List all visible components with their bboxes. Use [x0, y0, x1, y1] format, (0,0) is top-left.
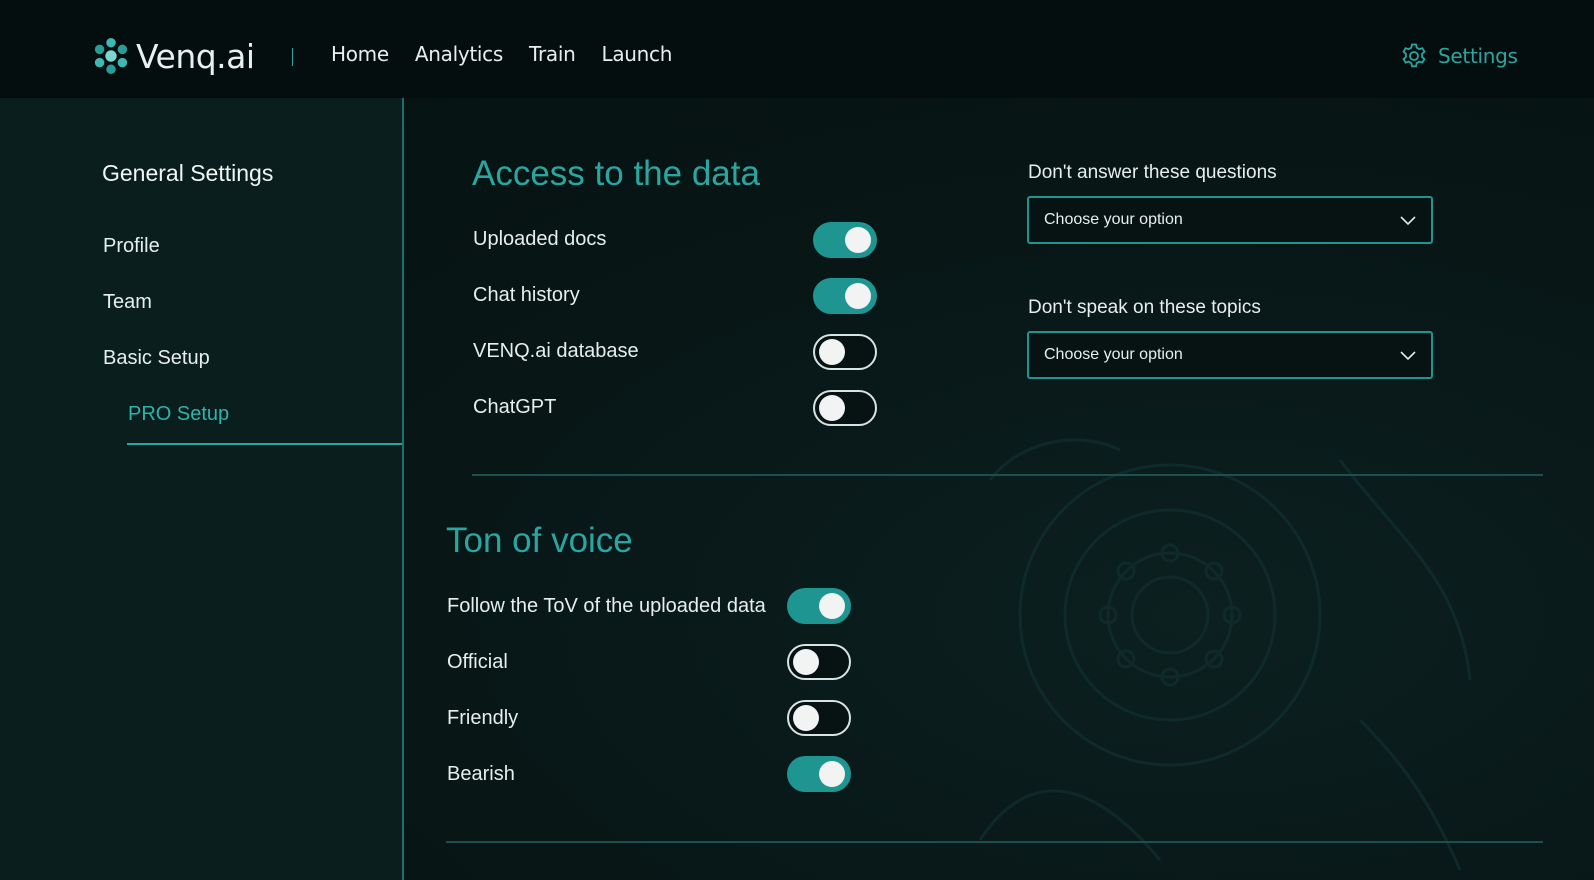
section-divider [446, 841, 1543, 843]
nav-analytics[interactable]: Analytics [415, 42, 503, 66]
toggle-follow-tov[interactable] [787, 588, 851, 624]
settings-label: Settings [1438, 44, 1518, 68]
voice-label-friendly: Friendly [447, 707, 519, 729]
nav-divider [292, 48, 293, 66]
toggle-official[interactable] [787, 644, 851, 680]
sidebar-item-pro-setup[interactable]: PRO Setup [128, 403, 229, 426]
access-label-chatgpt: ChatGPT [473, 396, 557, 418]
settings-sidebar: General Settings Profile Team Basic Setu… [0, 98, 404, 880]
toggle-knob [819, 339, 845, 365]
toggle-knob [845, 283, 871, 309]
voice-section-title: Ton of voice [446, 521, 633, 560]
gear-icon [1402, 43, 1426, 68]
toggle-uploaded-docs[interactable] [813, 222, 877, 258]
questions-select[interactable]: Choose your option [1027, 196, 1433, 244]
voice-label-bearish: Bearish [447, 763, 515, 785]
topics-select-value: Choose your option [1044, 346, 1183, 363]
access-label-uploaded-docs: Uploaded docs [473, 228, 607, 250]
toggle-knob [819, 593, 845, 619]
chevron-down-icon [1400, 351, 1416, 361]
settings-link[interactable]: Settings [1400, 42, 1518, 70]
access-section-title: Access to the data [472, 154, 760, 193]
toggle-venq-database[interactable] [813, 334, 877, 370]
nav-home[interactable]: Home [331, 42, 389, 66]
sidebar-title: General Settings [102, 160, 274, 186]
voice-label-follow-tov: Follow the ToV of the uploaded data [447, 595, 766, 617]
access-label-venq-database: VENQ.ai database [473, 340, 639, 362]
app-window: Venq.ai Home Analytics Train Launch Sett… [0, 0, 1594, 880]
toggle-knob [845, 227, 871, 253]
voice-label-official: Official [447, 651, 508, 673]
main-nav: Home Analytics Train Launch [331, 42, 698, 66]
nav-launch[interactable]: Launch [602, 42, 673, 66]
toggle-knob [793, 705, 819, 731]
top-navbar: Venq.ai Home Analytics Train Launch Sett… [0, 0, 1594, 98]
swirl-logo-icon [94, 37, 128, 75]
chevron-down-icon [1400, 216, 1416, 226]
active-item-underline [127, 443, 402, 445]
toggle-chatgpt[interactable] [813, 390, 877, 426]
topics-select[interactable]: Choose your option [1027, 331, 1433, 379]
toggle-knob [793, 649, 819, 675]
questions-label: Don't answer these questions [1028, 162, 1277, 183]
toggle-chat-history[interactable] [813, 278, 877, 314]
toggle-knob [819, 761, 845, 787]
toggle-bearish[interactable] [787, 756, 851, 792]
topics-label: Don't speak on these topics [1028, 297, 1261, 318]
sidebar-item-basic-setup[interactable]: Basic Setup [103, 347, 210, 370]
toggle-knob [819, 395, 845, 421]
background-ornament [978, 438, 1472, 871]
nav-train[interactable]: Train [529, 42, 576, 66]
brand-logo[interactable]: Venq.ai [92, 36, 255, 76]
access-label-chat-history: Chat history [473, 284, 580, 306]
toggle-friendly[interactable] [787, 700, 851, 736]
sidebar-item-team[interactable]: Team [103, 291, 152, 314]
questions-select-value: Choose your option [1044, 211, 1183, 228]
sidebar-item-profile[interactable]: Profile [103, 235, 160, 258]
section-divider [472, 474, 1543, 476]
brand-name: Venq.ai [136, 36, 255, 76]
